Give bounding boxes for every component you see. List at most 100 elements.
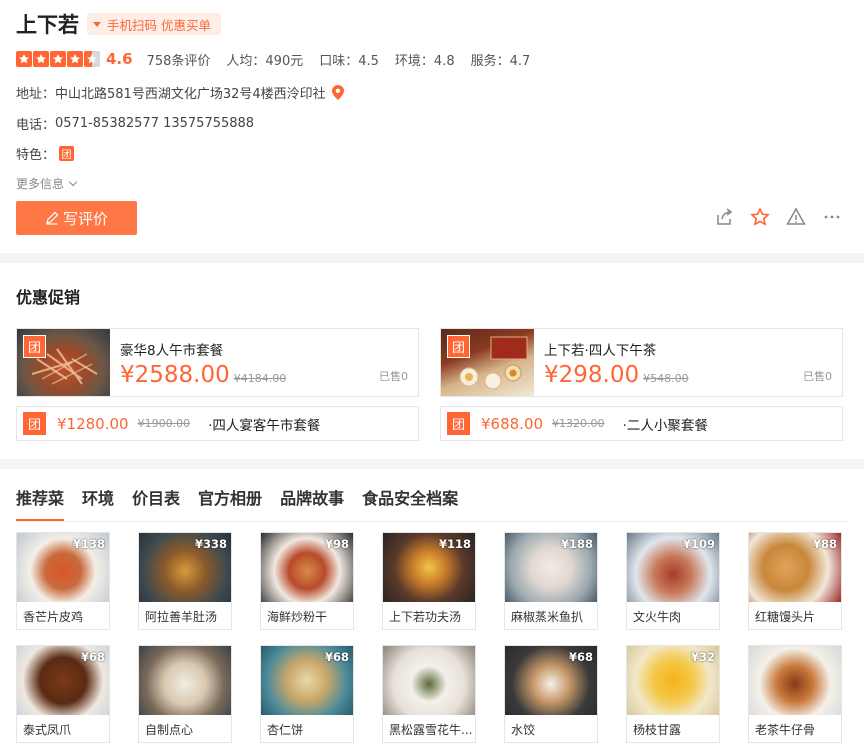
score-value: 4.6 <box>106 50 133 68</box>
deal-sold-count: 已售0 <box>379 370 408 383</box>
dish-name: 海鲜炒粉干 <box>267 610 328 624</box>
tab-recommended-dishes[interactable]: 推荐菜 <box>16 488 65 522</box>
dish-image: ¥68 <box>505 646 597 715</box>
tab-price-list[interactable]: 价目表 <box>132 488 180 522</box>
deal-name: ·四人宴客午市套餐 <box>208 417 321 434</box>
action-bar <box>714 207 842 227</box>
dish-name: 黑松露雪花牛... <box>389 723 473 737</box>
deal-row[interactable]: 团 ¥688.00 ¥1320.00 ·二人小聚套餐 <box>440 406 843 441</box>
dish-card[interactable]: 自制点心 <box>138 645 232 743</box>
pencil-icon <box>46 211 59 225</box>
deal-card[interactable]: 团 上下若·四人下午茶 ¥298.00 ¥548.00 已售0 <box>440 328 843 397</box>
deal-price: ¥1280.00 <box>57 414 129 433</box>
dish-name: 香芒片皮鸡 <box>23 610 84 624</box>
section-divider <box>0 253 864 263</box>
dish-price: ¥68 <box>80 650 105 664</box>
star-rating <box>16 51 100 67</box>
dish-card[interactable]: 老茶牛仔骨 <box>748 645 842 743</box>
triangle-down-icon <box>93 21 101 27</box>
phone-label: 电话： <box>16 118 56 133</box>
section-divider <box>0 459 864 469</box>
dish-name: 水饺 <box>511 723 536 737</box>
avg-price: 人均：490元 <box>226 53 304 69</box>
dish-card[interactable]: ¥68 杏仁饼 <box>260 645 354 743</box>
group-buy-badge: 团 <box>59 146 75 161</box>
chevron-down-icon <box>68 177 78 186</box>
deal-row[interactable]: 团 ¥1280.00 ¥1900.00 ·四人宴客午市套餐 <box>16 406 419 441</box>
dish-name: 麻椒蒸米鱼扒 <box>511 610 584 624</box>
deal-original-price: ¥1900.00 <box>137 417 191 430</box>
tab-environment[interactable]: 环境 <box>82 488 114 522</box>
deal-card[interactable]: 团 豪华8人午市套餐 ¥2588.00 ¥4184.00 已售0 <box>16 328 419 397</box>
star-icon <box>50 51 66 67</box>
dish-card[interactable]: ¥188 麻椒蒸米鱼扒 <box>504 532 598 630</box>
dish-name: 阿拉善羊肚汤 <box>145 610 218 624</box>
tab-brand-story[interactable]: 品牌故事 <box>280 488 344 522</box>
dish-price: ¥68 <box>568 650 593 664</box>
dish-price: ¥98 <box>324 537 349 551</box>
dish-price: ¥68 <box>324 650 349 664</box>
review-count[interactable]: 758条评价 <box>147 50 211 69</box>
more-info-label: 更多信息 <box>16 177 65 191</box>
dish-name: 红糖馒头片 <box>755 610 816 624</box>
dish-image: ¥138 <box>17 533 109 602</box>
dish-card[interactable]: ¥32 杨枝甘露 <box>626 645 720 743</box>
dish-image: ¥118 <box>383 533 475 602</box>
deal-price: ¥688.00 <box>481 414 544 433</box>
environment-score: 环境：4.8 <box>394 53 455 69</box>
write-review-button[interactable]: 写评价 <box>16 201 137 235</box>
deal-image: 团 <box>17 329 110 396</box>
dish-price: ¥88 <box>812 537 837 551</box>
dish-image: ¥188 <box>505 533 597 602</box>
scan-pay-tag[interactable]: 手机扫码 优惠买单 <box>87 13 221 35</box>
dish-name: 文火牛肉 <box>633 610 682 624</box>
address-text: 中山北路581号西湖文化广场32号4楼西泠印社 <box>55 87 326 102</box>
dish-card[interactable]: ¥68 泰式凤爪 <box>16 645 110 743</box>
dish-card[interactable]: ¥98 海鲜炒粉干 <box>260 532 354 630</box>
dish-card[interactable]: ¥118 上下若功夫汤 <box>382 532 476 630</box>
dish-image: ¥88 <box>749 533 841 602</box>
tab-official-album[interactable]: 官方相册 <box>198 488 262 522</box>
deal-original-price: ¥548.00 <box>643 372 689 385</box>
dish-price: ¥118 <box>438 537 471 551</box>
star-icon <box>33 51 49 67</box>
dish-image <box>383 646 475 715</box>
more-options-icon[interactable] <box>822 207 842 227</box>
tab-food-safety[interactable]: 食品安全档案 <box>362 488 458 522</box>
deal-name: 上下若·四人下午茶 <box>544 343 657 359</box>
location-pin-icon[interactable] <box>331 85 344 100</box>
dish-image <box>749 646 841 715</box>
dish-price: ¥32 <box>690 650 715 664</box>
dish-image: ¥68 <box>17 646 109 715</box>
deal-original-price: ¥1320.00 <box>552 417 605 430</box>
star-icon <box>16 51 32 67</box>
dish-card[interactable]: ¥68 水饺 <box>504 645 598 743</box>
report-warning-icon[interactable] <box>786 207 806 227</box>
tab-underline-divider <box>16 521 848 522</box>
dish-card[interactable]: 黑松露雪花牛... <box>382 645 476 743</box>
deal-name: ·二人小聚套餐 <box>622 417 708 434</box>
rating-row: 4.6 758条评价 人均：490元 口味：4.5 环境：4.8 服务：4.7 <box>16 49 546 69</box>
deal-price: ¥298.00 <box>544 362 640 388</box>
dish-name: 上下若功夫汤 <box>389 610 462 624</box>
shop-name: 上下若 <box>16 13 79 37</box>
more-info-toggle[interactable]: 更多信息 <box>16 175 78 192</box>
dish-name: 自制点心 <box>145 723 194 737</box>
phone-text: 0571-85382577 13575755888 <box>55 116 255 131</box>
feature-row: 特色： 团 <box>16 144 75 163</box>
dish-card[interactable]: ¥338 阿拉善羊肚汤 <box>138 532 232 630</box>
group-buy-badge: 团 <box>447 335 470 358</box>
deal-sold-count: 已售0 <box>803 370 832 383</box>
shop-header: 上下若 手机扫码 优惠买单 <box>16 10 221 38</box>
dish-card[interactable]: ¥138 香芒片皮鸡 <box>16 532 110 630</box>
dish-card[interactable]: ¥88 红糖馒头片 <box>748 532 842 630</box>
address-label: 地址： <box>16 87 56 102</box>
dish-name: 杨枝甘露 <box>633 723 682 737</box>
content-tabs: 推荐菜 环境 价目表 官方相册 品牌故事 食品安全档案 <box>16 488 458 522</box>
share-icon[interactable] <box>714 207 734 227</box>
favorite-star-icon[interactable] <box>750 207 770 227</box>
dish-card[interactable]: ¥109 文火牛肉 <box>626 532 720 630</box>
scan-pay-label: 手机扫码 优惠买单 <box>107 17 211 33</box>
dish-image <box>139 646 231 715</box>
dish-name: 杏仁饼 <box>267 723 304 737</box>
